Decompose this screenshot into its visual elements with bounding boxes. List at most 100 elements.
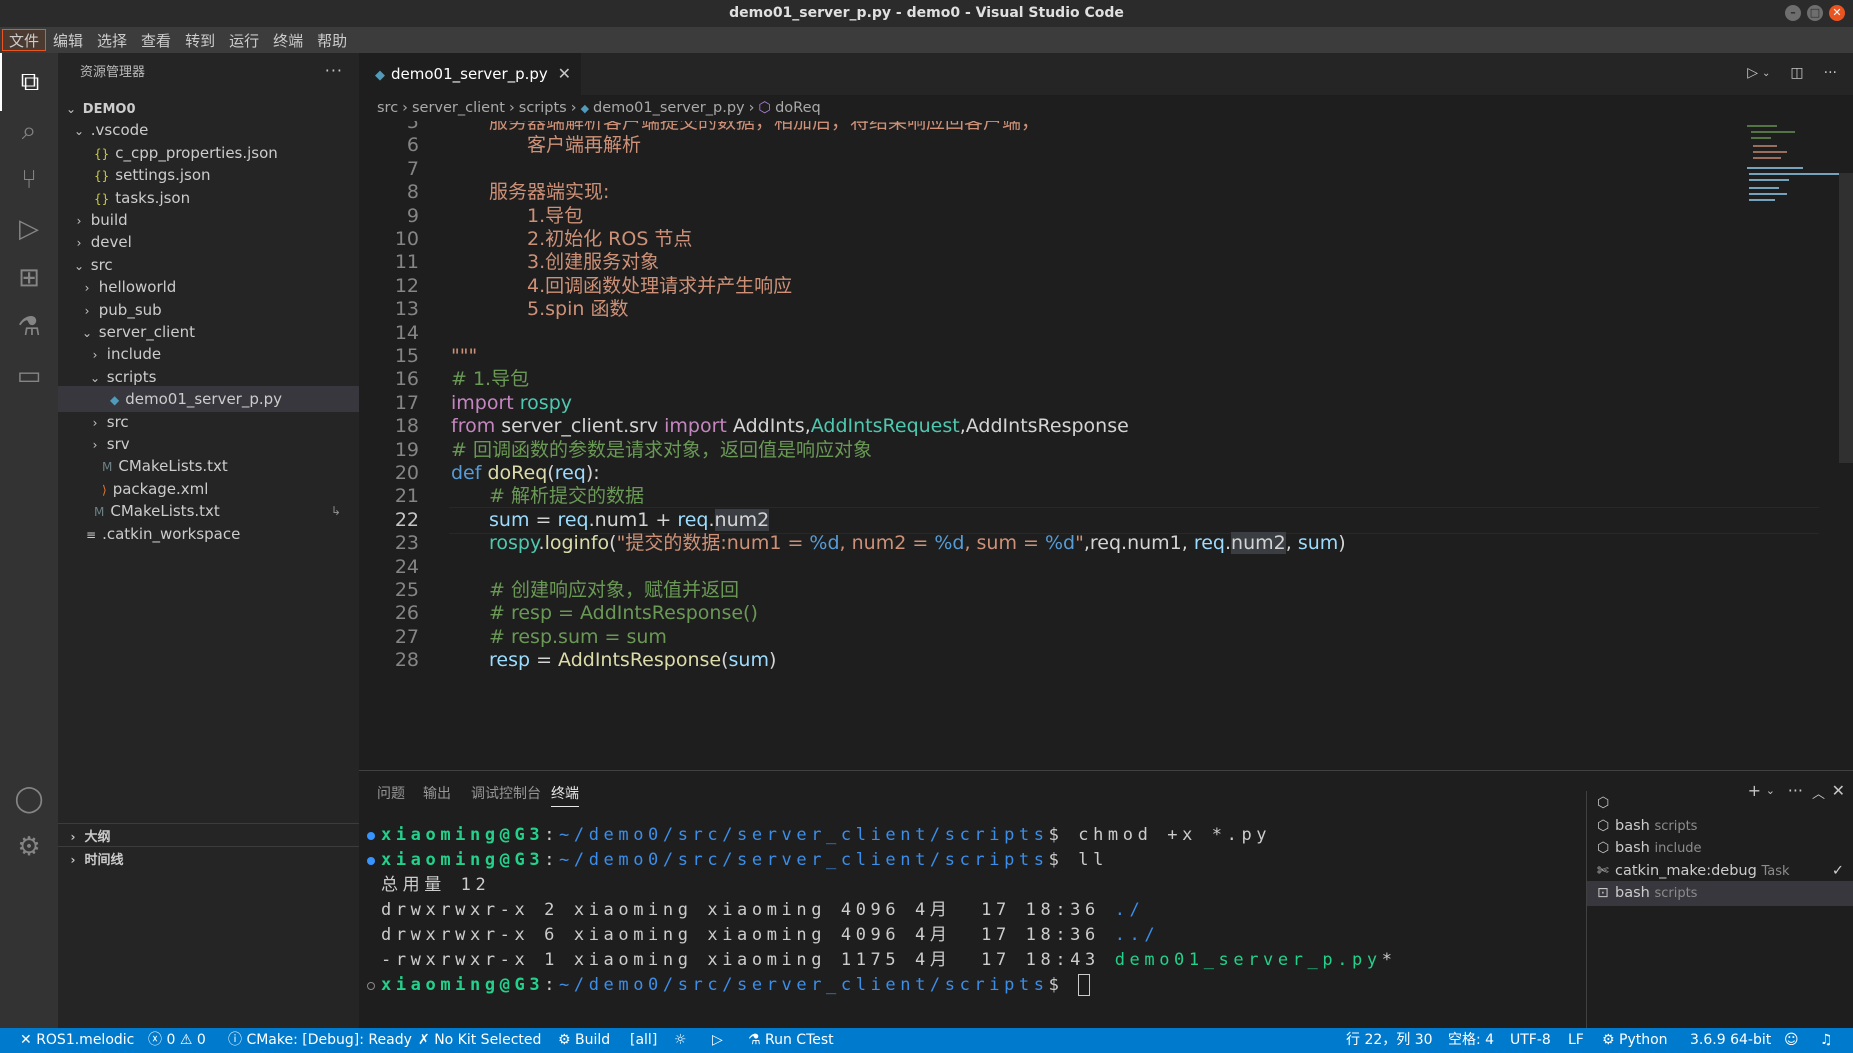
code-token: import <box>451 391 520 414</box>
code-token: 服务器端解析客户端提交的数据，相加后，将结果响应回客户端， <box>489 121 1041 133</box>
maximize-button[interactable]: □ <box>1807 5 1823 21</box>
code-token: , sum = <box>964 532 1045 555</box>
more-actions-icon[interactable]: ··· <box>1824 65 1837 81</box>
menu-item[interactable]: 查看 <box>134 29 178 51</box>
terminal-line: -rwxrwxr-x 1 xiaoming xiaoming 1175 4月 1… <box>381 948 1397 973</box>
panel-tab[interactable]: 输出 <box>423 783 451 807</box>
tree-label: src <box>90 255 113 274</box>
code-token: resp <box>489 649 531 672</box>
timeline-section[interactable]: › 时间线 <box>58 846 359 872</box>
remote-explorer-icon[interactable]: ▭ <box>0 347 58 405</box>
code-token: ): <box>585 462 600 484</box>
chevron-down-icon[interactable]: ⌄ <box>1762 68 1770 81</box>
code-token: # 创建响应对象，赋值并返回 <box>489 579 739 601</box>
status-bar: ✕ ROS1.melodic ⓧ 0 ⚠ 0 ⓘ CMake: [Debug]:… <box>0 1028 1853 1053</box>
more-actions-icon[interactable]: ··· <box>325 61 343 80</box>
code-token: ,req.num1, <box>1083 532 1194 555</box>
terminal-cwd: Task <box>1761 863 1790 879</box>
close-icon[interactable]: ✕ <box>558 53 571 95</box>
menu-item[interactable]: 选择 <box>90 29 134 51</box>
breadcrumb-item[interactable]: doReq <box>775 100 821 116</box>
code-token: 服务器端实现: <box>489 181 610 204</box>
run-icon[interactable]: ▷ <box>712 1028 723 1053</box>
language-mode[interactable]: ⚙ Python <box>1602 1028 1668 1053</box>
terminal-line: drwxrwxr-x 2 xiaoming xiaoming 4096 4月 1… <box>381 898 1144 923</box>
tab-demo01-server-p[interactable]: ◆ demo01_server_p.py ✕ <box>359 53 581 95</box>
terminal-text: ~/demo0/src/server_client/scripts <box>559 825 1049 845</box>
breadcrumb-item[interactable]: server_client <box>412 100 505 116</box>
chevron-right-icon: › <box>570 100 577 116</box>
terminal-list-item[interactable]: ⊡ bash scripts <box>1587 881 1853 906</box>
problems-status[interactable]: ⓧ 0 ⚠ 0 <box>148 1028 206 1053</box>
code-token: %d <box>809 532 840 555</box>
settings-gear-icon[interactable]: ⚙ <box>0 818 58 876</box>
code-token: req <box>677 508 709 531</box>
line-text: resp = AddIntsResponse(sum) <box>451 647 776 675</box>
breadcrumb-item[interactable]: scripts <box>519 100 567 116</box>
terminal-list-item[interactable]: ⬡ <box>1587 791 1853 816</box>
ctest-button[interactable]: ⚗ Run CTest <box>748 1028 834 1053</box>
python-file-icon: ◆ <box>375 68 385 83</box>
notifications-icon[interactable]: ♫ <box>1820 1028 1833 1053</box>
close-window-button[interactable]: ✕ <box>1829 5 1845 21</box>
breadcrumb-item[interactable]: src <box>377 100 398 116</box>
breadcrumb-item[interactable]: demo01_server_p.py <box>593 100 745 116</box>
activity-bar: ⧉ ⌕ ⑂ ▷ ⊞ ⚗ ▭ ◯ ⚙ <box>0 53 58 1028</box>
ros-status[interactable]: ✕ ROS1.melodic <box>20 1028 134 1053</box>
terminal-text: ~/demo0/src/server_client/scripts <box>559 975 1049 995</box>
indentation[interactable]: 空格: 4 <box>1448 1028 1494 1053</box>
editor-scrollbar[interactable] <box>1839 173 1853 463</box>
chevron-right-icon: › <box>70 853 76 867</box>
code-token: . <box>708 508 715 531</box>
terminal-text: ./ <box>1114 900 1145 920</box>
terminal-text: : <box>544 975 560 995</box>
code-token: loginfo <box>544 532 610 555</box>
minimize-button[interactable]: – <box>1785 5 1801 21</box>
build-target[interactable]: [all] <box>630 1028 657 1053</box>
python-interpreter[interactable]: 3.6.9 64-bit <box>1690 1028 1771 1053</box>
menu-item[interactable]: 文件 <box>2 29 47 51</box>
terminal-list-item[interactable]: ⬡ bash include <box>1587 836 1853 861</box>
kit-status[interactable]: ✗ No Kit Selected <box>418 1028 541 1053</box>
code-token: ) <box>768 649 777 672</box>
terminal-line: xiaoming@G3:~/demo0/src/server_client/sc… <box>381 823 1271 848</box>
panel-tab[interactable]: 终端 <box>551 783 579 807</box>
split-editor-icon[interactable]: ◫ <box>1790 65 1803 81</box>
feedback-icon[interactable]: ☺ <box>1784 1028 1799 1053</box>
run-python-icon[interactable]: ▷ <box>1747 65 1758 81</box>
menu-item[interactable]: 转到 <box>178 29 222 51</box>
terminal-text: -rwxrwxr-x 1 xiaoming xiaoming 1175 4月 1… <box>381 950 1115 970</box>
encoding[interactable]: UTF-8 <box>1510 1028 1551 1053</box>
command-decoration-empty-icon <box>367 982 375 990</box>
tree-label: helloworld <box>98 278 177 297</box>
tree-file[interactable]: ≡ .catkin_workspace <box>58 521 359 547</box>
menu-item[interactable]: 终端 <box>266 29 310 51</box>
editor-tabs: ◆ demo01_server_p.py ✕ ▷ ⌄ ◫ ··· <box>359 53 1853 95</box>
terminal-list-item[interactable]: ✄ catkin_make:debug Task ✓ <box>1587 859 1853 884</box>
code-token: AddIntsResponse <box>558 649 722 672</box>
terminal-name: catkin_make:debug <box>1615 862 1757 879</box>
chevron-right-icon: › <box>508 100 515 116</box>
end-of-line[interactable]: LF <box>1568 1028 1584 1053</box>
text-file-icon: ≡ <box>86 527 97 542</box>
minimap[interactable] <box>1739 121 1841 221</box>
code-token: %d <box>934 532 965 555</box>
panel-tab[interactable]: 调试控制台 <box>471 783 541 807</box>
code-editor[interactable]: 5 服务器端解析客户端提交的数据，相加后，将结果响应回客户端， 6 客户端再解析 7… <box>359 121 1853 770</box>
code-token: 1.导包 <box>527 204 584 227</box>
cmake-status[interactable]: ⓘ CMake: [Debug]: Ready <box>228 1028 412 1053</box>
code-line[interactable]: 28 resp = AddIntsResponse(sum) <box>359 647 1829 675</box>
menu-item[interactable]: 编辑 <box>46 29 90 51</box>
code-token: AddIntsResponse <box>965 415 1129 438</box>
menu-item[interactable]: 运行 <box>222 29 266 51</box>
panel-tab[interactable]: 问题 <box>377 783 405 807</box>
line-number: 28 <box>394 649 419 672</box>
debug-icon[interactable]: ☼ <box>674 1028 687 1053</box>
build-button[interactable]: ⚙ Build <box>558 1028 610 1053</box>
terminal-list-item[interactable]: ⬡ bash scripts <box>1587 814 1853 839</box>
terminal-text: xiaoming@G3 <box>381 825 545 845</box>
menu-item[interactable]: 帮助 <box>310 29 354 51</box>
code-token: 3.创建服务对象 <box>527 251 660 274</box>
cursor-position[interactable]: 行 22，列 30 <box>1346 1028 1433 1053</box>
terminal[interactable]: xiaoming@G3:~/demo0/src/server_client/sc… <box>359 823 1579 1023</box>
